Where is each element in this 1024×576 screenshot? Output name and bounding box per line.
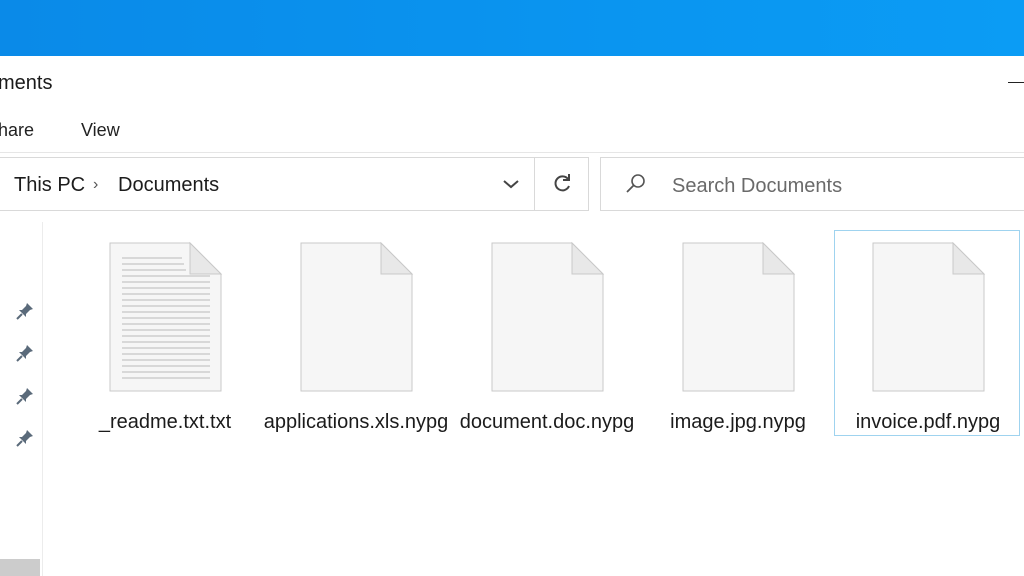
blank-document-icon — [872, 241, 986, 392]
minimize-button[interactable] — [1008, 70, 1024, 94]
search-placeholder: Search Documents — [672, 175, 843, 197]
navigation-pane-divider — [42, 222, 43, 576]
pin-icon[interactable] — [14, 300, 36, 322]
ribbon-divider — [0, 152, 1024, 153]
ribbon-tab-view[interactable]: View — [81, 120, 120, 141]
blank-document-icon — [300, 241, 414, 392]
chevron-down-icon — [503, 180, 519, 189]
pin-icon[interactable] — [14, 427, 36, 449]
blank-document-icon — [682, 241, 796, 392]
file-item[interactable]: applications.xls.nypg — [262, 230, 448, 462]
text-document-icon — [109, 241, 223, 392]
window-title: ments — [0, 72, 53, 94]
pin-icon[interactable] — [14, 342, 36, 364]
breadcrumb-separator-icon[interactable]: › — [93, 176, 98, 194]
navigation-scrollbar-thumb[interactable] — [0, 559, 40, 576]
file-item-selected[interactable]: invoice.pdf.nypg — [834, 230, 1020, 436]
desktop-wallpaper-band — [0, 0, 1024, 56]
refresh-button[interactable] — [534, 158, 588, 210]
address-history-dropdown-button[interactable] — [488, 158, 534, 210]
refresh-icon — [554, 174, 570, 192]
search-icon — [626, 174, 645, 193]
file-name: image.jpg.nypg — [670, 411, 806, 433]
file-item[interactable]: _readme.txt.txt — [71, 230, 257, 462]
file-name: _readme.txt.txt — [98, 411, 232, 433]
breadcrumb-this-pc[interactable]: This PC — [14, 174, 85, 197]
window-titlebar — [0, 56, 1024, 112]
file-name: applications.xls.nypg — [263, 411, 449, 433]
file-item[interactable]: document.doc.nypg — [453, 230, 639, 462]
file-item[interactable]: image.jpg.nypg — [644, 230, 830, 462]
file-name: invoice.pdf.nypg — [855, 411, 1001, 433]
pin-icon[interactable] — [14, 385, 36, 407]
breadcrumb-documents[interactable]: Documents — [118, 174, 219, 197]
ribbon-tab-share[interactable]: hare — [0, 120, 34, 141]
file-name: document.doc.nypg — [459, 411, 635, 433]
blank-document-icon — [491, 241, 605, 392]
